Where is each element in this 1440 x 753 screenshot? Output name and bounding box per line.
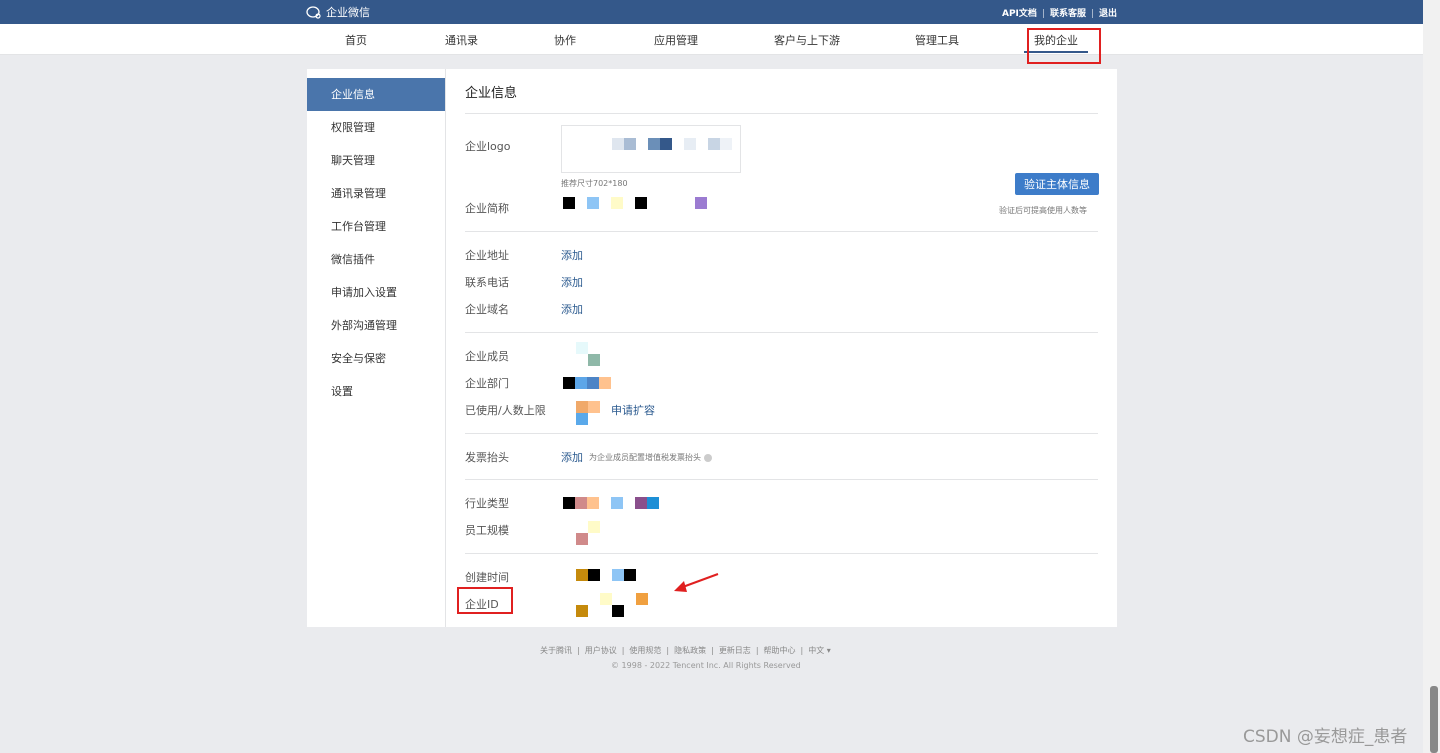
apply-expansion-link[interactable]: 申请扩容 — [611, 402, 655, 418]
nav-customers[interactable]: 客户与上下游 — [774, 32, 840, 48]
red-arrow-icon — [674, 573, 719, 592]
logo-pixelated-image — [612, 138, 752, 150]
page-scrollbar[interactable] — [1423, 0, 1440, 753]
footer-help-link[interactable]: 帮助中心 — [764, 646, 796, 655]
footer-language-select[interactable]: 中文 ▾ — [808, 646, 831, 655]
created-time-label: 创建时间 — [465, 571, 509, 584]
footer-about-link[interactable]: 关于腾讯 — [540, 646, 572, 655]
contact-support-link[interactable]: 联系客服 — [1050, 9, 1086, 19]
nav-contacts[interactable]: 通讯录 — [445, 32, 478, 48]
add-domain-link[interactable]: 添加 — [561, 301, 583, 317]
sidebar-item-contacts-management[interactable]: 通讯录管理 — [307, 177, 445, 210]
sidebar-item-workbench[interactable]: 工作台管理 — [307, 210, 445, 243]
verify-entity-button[interactable]: 验证主体信息 — [1015, 173, 1099, 195]
short-name-label: 企业简称 — [465, 202, 509, 215]
add-invoice-link[interactable]: 添加 — [561, 449, 583, 465]
scale-value-redacted — [576, 521, 616, 545]
verify-note: 验证后可提高使用人数等 — [999, 206, 1087, 215]
footer-privacy-link[interactable]: 隐私政策 — [674, 646, 706, 655]
members-label: 企业成员 — [465, 350, 509, 363]
brand[interactable]: 企业微信 — [306, 4, 370, 20]
sidebar-item-enterprise-info[interactable]: 企业信息 — [307, 78, 445, 111]
logo-size-hint: 推荐尺寸702*180 — [561, 179, 628, 188]
sidebar-item-chat-management[interactable]: 聊天管理 — [307, 144, 445, 177]
api-docs-link[interactable]: API文档 — [1002, 9, 1037, 19]
enterprise-logo[interactable] — [561, 125, 741, 173]
copyright: © 1998 - 2022 Tencent Inc. All Rights Re… — [611, 661, 801, 670]
top-bar: 企业微信 API文档 | 联系客服 | 退出 — [0, 0, 1423, 24]
nav-collaboration[interactable]: 协作 — [554, 32, 576, 48]
watermark: CSDN @妄想症_患者 — [1243, 727, 1408, 747]
enterprise-info-panel: 企业信息 企业logo 推荐尺寸702*180 验证主体信息 验证后可提高使用人… — [446, 69, 1117, 627]
created-time-value-redacted — [576, 569, 646, 581]
footer-links: 关于腾讯 | 用户协议 | 使用规范 | 隐私政策 | 更新日志 | 帮助中心 | 中文 ▾ — [540, 646, 831, 655]
nav-admin-tools[interactable]: 管理工具 — [915, 32, 959, 48]
sidebar-item-wechat-plugin[interactable]: 微信插件 — [307, 243, 445, 276]
logout-link[interactable]: 退出 — [1099, 9, 1117, 19]
invoice-label: 发票抬头 — [465, 451, 509, 464]
footer-terms-link[interactable]: 用户协议 — [585, 646, 617, 655]
address-label: 企业地址 — [465, 249, 509, 262]
logo-label: 企业logo — [465, 140, 511, 153]
header-links: API文档 | 联系客服 | 退出 — [1002, 9, 1118, 19]
sidebar-item-external-communication[interactable]: 外部沟通管理 — [307, 309, 445, 342]
add-address-link[interactable]: 添加 — [561, 247, 583, 263]
info-icon[interactable] — [704, 453, 712, 462]
page-title: 企业信息 — [465, 86, 518, 101]
footer-changelog-link[interactable]: 更新日志 — [719, 646, 751, 655]
departments-label: 企业部门 — [465, 377, 509, 390]
quota-label: 已使用/人数上限 — [465, 404, 546, 417]
industry-label: 行业类型 — [465, 497, 509, 510]
highlight-box-corp-id — [457, 587, 513, 614]
add-phone-link[interactable]: 添加 — [561, 274, 583, 290]
corp-id-value-redacted — [576, 593, 656, 617]
wecom-logo-icon — [306, 5, 321, 19]
main-nav: 首页 通讯录 协作 应用管理 客户与上下游 管理工具 我的企业 — [0, 24, 1423, 55]
scrollbar-thumb[interactable] — [1430, 686, 1438, 753]
sidebar-item-security[interactable]: 安全与保密 — [307, 342, 445, 375]
departments-value-redacted — [563, 377, 613, 389]
sidebar-item-join-settings[interactable]: 申请加入设置 — [307, 276, 445, 309]
scale-label: 员工规模 — [465, 524, 509, 537]
highlight-box-my-enterprise — [1027, 28, 1101, 64]
quota-value-redacted — [576, 401, 602, 425]
divider — [465, 113, 1098, 114]
brand-name: 企业微信 — [326, 6, 370, 19]
divider — [465, 231, 1098, 232]
divider — [465, 433, 1098, 434]
sidebar: 企业信息 权限管理 聊天管理 通讯录管理 工作台管理 微信插件 申请加入设置 外… — [307, 69, 446, 627]
invoice-note: 为企业成员配置增值税发票抬头 — [589, 452, 712, 463]
divider — [465, 553, 1098, 554]
nav-home[interactable]: 首页 — [345, 32, 367, 48]
sidebar-item-permissions[interactable]: 权限管理 — [307, 111, 445, 144]
phone-label: 联系电话 — [465, 276, 509, 289]
domain-label: 企业域名 — [465, 303, 509, 316]
sidebar-item-settings[interactable]: 设置 — [307, 375, 445, 408]
footer-usage-link[interactable]: 使用规范 — [629, 646, 661, 655]
divider — [465, 332, 1098, 333]
nav-app-management[interactable]: 应用管理 — [654, 32, 698, 48]
divider — [465, 479, 1098, 480]
short-name-value-redacted — [563, 197, 733, 209]
industry-value-redacted — [563, 497, 663, 509]
members-value-redacted — [576, 342, 612, 366]
